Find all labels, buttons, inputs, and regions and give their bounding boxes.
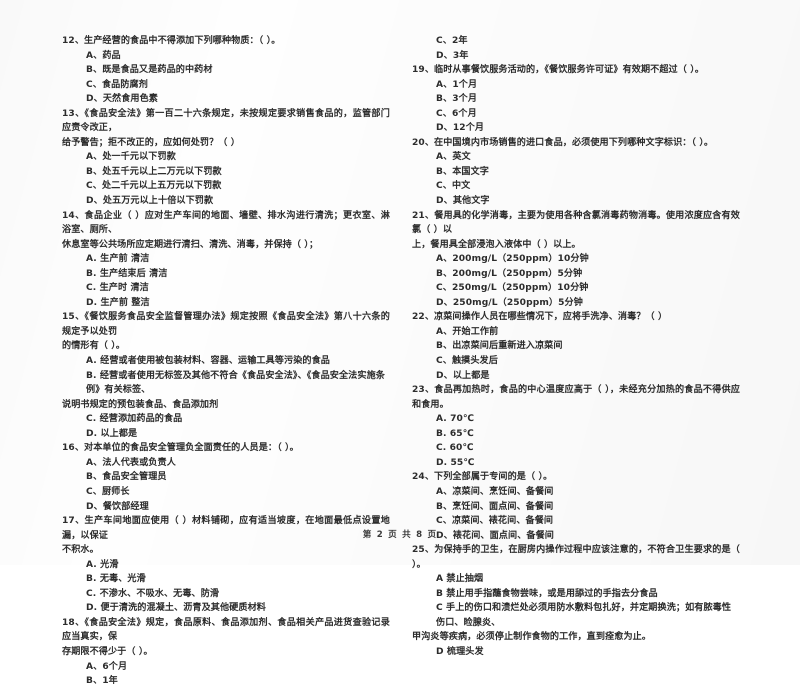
question-text: 20、在中国境内市场销售的进口食品，必须使用下列哪种文字标识：（ ）。 — [412, 137, 714, 148]
option-item: B、200mg/L（250ppm）5分钟 — [436, 268, 583, 279]
option-item: C、6个月 — [436, 108, 477, 119]
option-item: B、本国文字 — [436, 166, 490, 177]
question-text: 14、食品企业（ ）应对生产车间的地面、墙壁、排水沟进行清洗；更衣室、淋浴室、厕… — [62, 210, 390, 236]
option-item: C、食品防腐剂 — [86, 79, 148, 90]
option-item: A. 生产前 清洁 — [86, 254, 150, 265]
question-text-continued: 存期限不得少于（ ）。 — [62, 646, 153, 657]
option-item: A、英文 — [436, 152, 471, 163]
option-item: B、3个月 — [436, 94, 478, 105]
option-item: A、处一千元以下罚款 — [86, 152, 176, 163]
option-item: D. 55℃ — [436, 457, 475, 468]
option-item: C. 60℃ — [436, 443, 474, 454]
option-item: C、250mg/L（250ppm）10分钟 — [436, 283, 589, 294]
question-text: 12、生产经营的食品中不得添加下列哪种物质：（ ）。 — [62, 36, 281, 46]
option-item: A. 70℃ — [436, 414, 475, 425]
option-item: C、触摸头发后 — [436, 356, 498, 367]
question-text: 22、凉菜间操作人员在哪些情况下，应将手洗净、消毒？（ ） — [412, 312, 668, 323]
option-item: B、既是食品又是药品的中药材 — [86, 65, 213, 76]
question-text-continued: 不积水。 — [62, 545, 99, 556]
option-item: B. 65℃ — [436, 428, 474, 439]
option-item: C、凉菜间、裱花间、备餐间 — [436, 516, 554, 527]
question-text: 19、临时从事餐饮服务活动的，《餐饮服务许可证》有效期不超过（ ）。 — [412, 65, 705, 76]
scanned-page: 12、生产经营的食品中不得添加下列哪种物质：（ ）。 A、药品 B、既是食品又是药品… — [0, 0, 800, 686]
question-text: 21、餐用具的化学消毒，主要为使用各种含氯消毒药物消毒。使用浓度应含有效氯（ ）… — [412, 210, 740, 236]
question-text-continued: 上，餐用具全部浸泡入液体中（ ）以上。 — [412, 239, 581, 250]
option-item: B、处五千元以上二万元以下罚款 — [86, 166, 222, 177]
option-item: D、餐饮部经理 — [86, 501, 149, 512]
page-footer: 第 2 页 共 8 页 — [0, 528, 800, 540]
option-item: B 禁止用手指蘸食物尝味，或是用舔过的手指去分食品 — [436, 588, 658, 599]
option-item: A、开始工作前 — [436, 326, 499, 337]
option-item: B、1年 — [86, 676, 118, 687]
two-column-text-area: 12、生产经营的食品中不得添加下列哪种物质：（ ）。 A、药品 B、既是食品又是药品… — [62, 34, 740, 686]
option-item: D、12个月 — [436, 123, 485, 134]
left-text-column: 12、生产经营的食品中不得添加下列哪种物质：（ ）。 A、药品 B、既是食品又是药品… — [62, 34, 390, 686]
option-item: D 梳理头发 — [436, 646, 484, 657]
option-item: C 手上的伤口和溃烂处必须用防水敷料包扎好，并定期换洗；如有脓毒性伤口、睑腺炎、 — [436, 603, 732, 628]
option-item: D、250mg/L（250ppm）5分钟 — [436, 297, 583, 308]
option-item: A、6个月 — [86, 661, 128, 672]
option-item: A、法人代表或负责人 — [86, 457, 176, 468]
question-text: 15、《餐饮服务食品安全监督管理办法》规定按照《食品安全法》第八十六条的规定予以… — [62, 312, 390, 337]
option-item: B. 经营或者使用无标签及其他不符合《食品安全法》、《食品安全法实施条例》有关标… — [86, 370, 385, 396]
option-item: B、食品安全管理员 — [86, 472, 167, 483]
option-item: B、出凉菜间后重新进入凉菜间 — [436, 341, 563, 352]
option-item: A. 经营或者使用被包装材料、容器、运输工具等污染的食品 — [86, 356, 330, 367]
option-text-continued: 说明书规定的预包装食品、食品添加剂 — [62, 399, 219, 410]
question-text: 16、对本单位的食品安全管理负全面责任的人员是：（ ）。 — [62, 443, 299, 454]
option-item: D、天然食用色素 — [86, 94, 159, 105]
option-item: C、处二千元以上五万元以下罚款 — [86, 181, 222, 192]
question-text-continued: 的情形有（ ）。 — [62, 341, 126, 352]
option-item: B. 无毒、光滑 — [86, 574, 146, 585]
right-text-column: C、2年 D、3年 19、临时从事餐饮服务活动的，《餐饮服务许可证》有效期不超过（ … — [412, 34, 740, 657]
question-text-continued: 给予警告；拒不改正的，应如何处罚？（ ） — [62, 137, 240, 148]
question-text: 23、食品再加热时，食品的中心温度应高于（ ），未经充分加热的食品不得供应和食用… — [412, 385, 740, 410]
option-item: D、其他文字 — [436, 196, 490, 207]
option-item: B、烹饪间、面点间、备餐间 — [436, 501, 554, 512]
option-item: C. 经营添加药品的食品 — [86, 414, 183, 425]
option-item: A、药品 — [86, 50, 121, 61]
question-text: 13、《食品安全法》第一百二十六条规定，未按规定要求销售食品的，监管部门应责令改… — [62, 108, 390, 134]
option-item: C、2年 — [436, 36, 468, 46]
option-item: C、厨师长 — [86, 486, 130, 497]
option-item: D. 生产前 整洁 — [86, 297, 150, 308]
option-item: A、1个月 — [436, 79, 478, 90]
option-text-continued: 甲沟炎等疾病，必须停止制作食物的工作，直到痊愈为止。 — [412, 632, 652, 643]
option-item: C. 生产时 清洁 — [86, 283, 149, 294]
question-text: 24、下列全部属于专间的是（ ）。 — [412, 472, 553, 483]
footer-page-indicator: 第 2 页 共 8 页 — [362, 530, 438, 540]
option-item: C. 不渗水、不吸水、无毒、防滑 — [86, 588, 220, 599]
option-item: A 禁止抽烟 — [436, 574, 484, 585]
option-item: A、凉菜间、烹饪间、备餐间 — [436, 486, 554, 497]
option-item: D、3年 — [436, 50, 469, 61]
option-item: A、200mg/L（250ppm）10分钟 — [436, 254, 589, 265]
option-item: D. 便于清洗的混凝土、沥青及其他硬质材料 — [86, 603, 266, 614]
option-item: B. 生产结束后 清洁 — [86, 268, 168, 279]
option-item: C、中文 — [436, 181, 471, 192]
question-text: 25、为保持手的卫生，在厨房内操作过程中应该注意的，不符合卫生要求的是（ ）。 — [412, 545, 740, 570]
question-text: 18、《食品安全法》规定，食品原料、食品添加剂、食品相关产品进货查验记录应当真实… — [62, 617, 390, 643]
option-item: D、以上都是 — [436, 370, 490, 381]
option-item: D. 以上都是 — [86, 428, 138, 439]
question-text-continued: 休息室等公共场所应定期进行清扫、清洗、消毒，并保持（ ）； — [62, 239, 319, 250]
option-item: D、处五万元以上十倍以下罚款 — [86, 196, 214, 207]
